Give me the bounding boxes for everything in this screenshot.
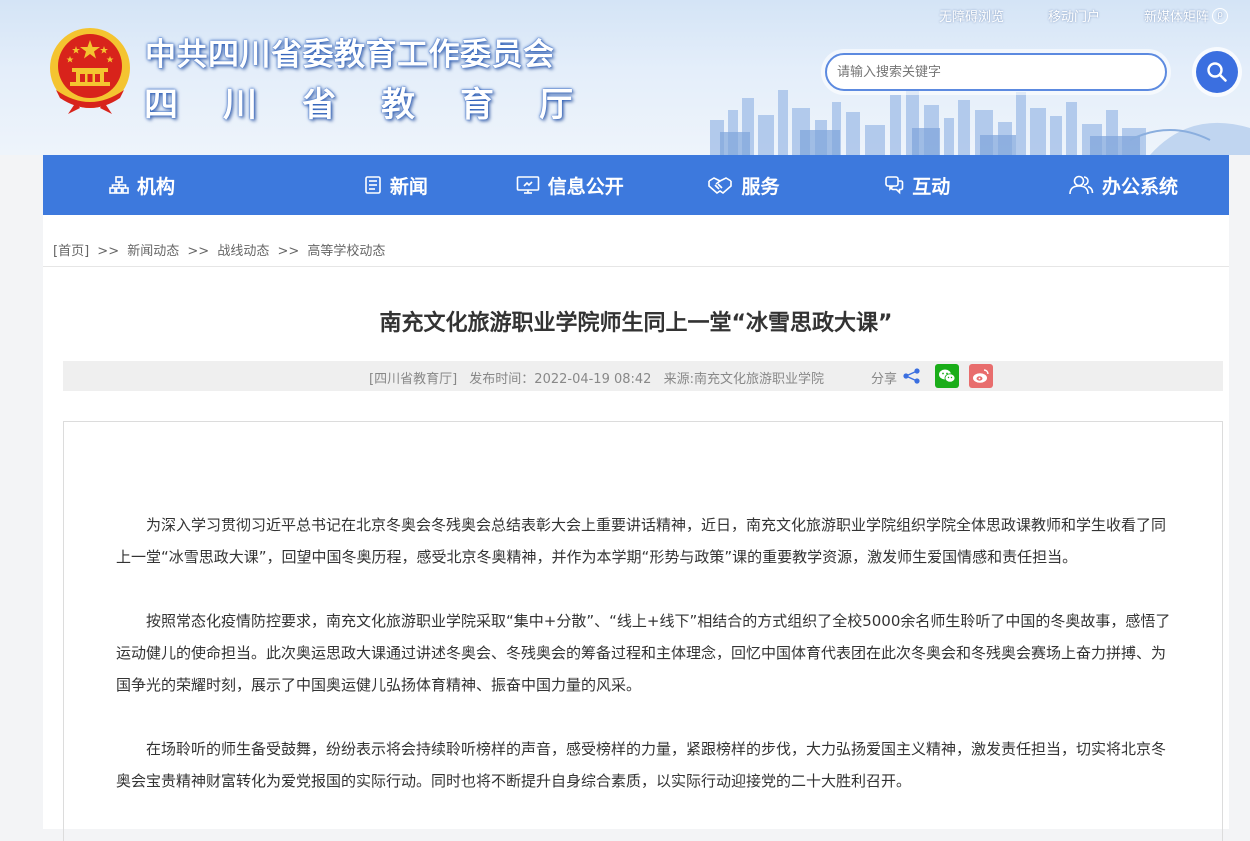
handshake-icon <box>708 177 733 195</box>
nav-label: 机构 <box>137 175 176 198</box>
search-input[interactable] <box>825 53 1167 91</box>
nav-item-office-system[interactable]: 办公系统 <box>1004 155 1229 215</box>
nav-label: 新闻 <box>389 175 428 198</box>
nav-label: 信息公开 <box>547 175 624 198</box>
nav-label: 互动 <box>912 175 951 198</box>
org-chart-icon <box>109 176 129 194</box>
new-media-matrix-link[interactable]: 新媒体矩阵 ρ <box>1144 6 1228 25</box>
article-meta-bar: [四川省教育厅] 发布时间：2022-04-19 08:42 来源:南充文化旅游… <box>63 361 1223 391</box>
breadcrumb-frontline[interactable]: 战线动态 <box>217 244 269 259</box>
weibo-icon <box>973 369 989 383</box>
nav-label: 办公系统 <box>1101 175 1178 198</box>
nav-item-service[interactable]: 服务 <box>657 155 831 215</box>
main-nav: 机构 新闻 信息公开 服务 互动 办公系统 <box>43 155 1229 215</box>
search-icon <box>1207 62 1227 82</box>
main-content: [首页] >> 新闻动态 >> 战线动态 >> 高等学校动态 南充文化旅游职业学… <box>43 215 1229 841</box>
chat-icon <box>885 176 904 195</box>
national-emblem-logo <box>50 28 130 114</box>
skyline-illustration <box>710 85 1250 155</box>
new-media-label: 新媒体矩阵 <box>1143 10 1209 25</box>
article-meta: [四川省教育厅] 发布时间：2022-04-19 08:42 来源:南充文化旅游… <box>369 368 832 387</box>
nav-item-interaction[interactable]: 互动 <box>830 155 1004 215</box>
breadcrumb: [首页] >> 新闻动态 >> 战线动态 >> 高等学校动态 <box>53 240 385 259</box>
share-icon <box>903 368 920 384</box>
monitor-icon <box>516 176 539 194</box>
breadcrumb-separator: >> <box>97 244 120 259</box>
accessible-browse-link[interactable]: 无障碍浏览 <box>939 6 1004 25</box>
site-header: 无障碍浏览 移动门户 新媒体矩阵 ρ 中共四川省委教育工作委员会 四川省教育厅 <box>0 0 1250 155</box>
search-button[interactable] <box>1196 51 1238 93</box>
share-weibo-button[interactable] <box>969 364 993 388</box>
breadcrumb-separator: >> <box>277 244 300 259</box>
users-icon <box>1069 175 1094 195</box>
breadcrumb-separator: >> <box>187 244 210 259</box>
nav-item-organization[interactable]: 机构 <box>43 155 309 215</box>
article-paragraph: 在场聆听的师生备受鼓舞，纷纷表示将会持续聆听榜样的声音，感受榜样的力量，紧跟榜样… <box>116 740 1167 790</box>
site-title-committee: 中共四川省委教育工作委员会 <box>145 37 555 73</box>
top-links: 无障碍浏览 移动门户 新媒体矩阵 ρ <box>939 6 1228 25</box>
breadcrumb-home[interactable]: [首页] <box>53 244 89 259</box>
nav-item-news[interactable]: 新闻 <box>309 155 483 215</box>
nav-label: 服务 <box>741 175 780 198</box>
breadcrumb-universities[interactable]: 高等学校动态 <box>307 244 385 259</box>
meta-publish-time: 发布时间：2022-04-19 08:42 <box>469 372 652 387</box>
article-paragraph: 按照常态化疫情防控要求，南充文化旅游职业学院采取“集中+分散”、“线上+线下”相… <box>116 612 1171 694</box>
meta-origin: 来源:南充文化旅游职业学院 <box>663 372 824 387</box>
nav-item-info-disclosure[interactable]: 信息公开 <box>483 155 657 215</box>
article-container: 为深入学习贯彻习近平总书记在北京冬奥会冬残奥会总结表彰大会上重要讲话精神，近日，… <box>63 421 1223 841</box>
meta-source-tag: [四川省教育厅] <box>369 372 458 387</box>
article-paragraph: 为深入学习贯彻习近平总书记在北京冬奥会冬残奥会总结表彰大会上重要讲话精神，近日，… <box>116 516 1167 566</box>
divider <box>43 266 1229 267</box>
site-title-department: 四川省教育厅 <box>144 85 618 125</box>
share-label: 分享 <box>871 372 898 387</box>
mobile-portal-link[interactable]: 移动门户 <box>1048 6 1100 25</box>
newspaper-icon <box>365 176 381 194</box>
article-title: 南充文化旅游职业学院师生同上一堂“冰雪思政大课” <box>379 311 893 336</box>
breadcrumb-news[interactable]: 新闻动态 <box>127 244 179 259</box>
wechat-icon <box>939 369 956 383</box>
share-wechat-button[interactable] <box>935 364 959 388</box>
article-body: 为深入学习贯彻习近平总书记在北京冬奥会冬残奥会总结表彰大会上重要讲话精神，近日，… <box>116 509 1174 829</box>
media-circle-icon: ρ <box>1212 7 1228 24</box>
